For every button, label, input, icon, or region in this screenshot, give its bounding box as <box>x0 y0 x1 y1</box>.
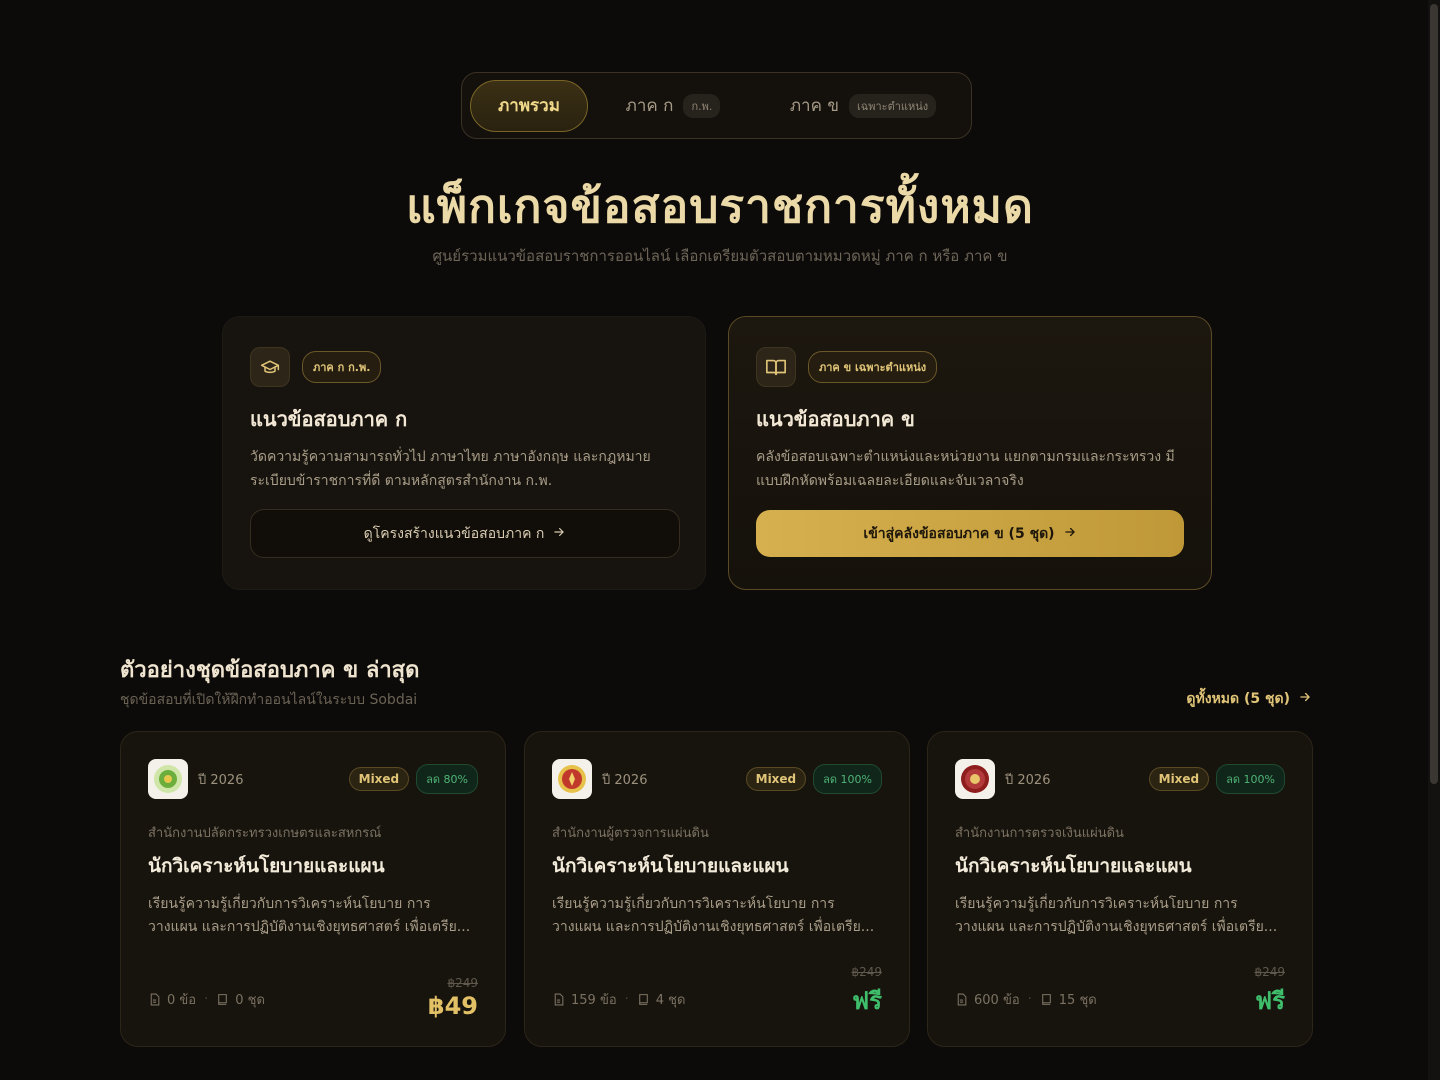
arrow-right-icon <box>552 525 566 543</box>
part-b-card: ภาค ข เฉพาะตำแหน่ง แนวข้อสอบภาค ข คลังข้… <box>728 316 1212 590</box>
enter-part-b-bank-label: เข้าสู่คลังข้อสอบภาค ข (5 ชุด) <box>863 525 1055 542</box>
tab-part-a-pill: ก.พ. <box>683 93 721 118</box>
tab-part-a[interactable]: ภาค ก ก.พ. <box>598 80 748 132</box>
category-tabs: ภาพรวม ภาค ก ก.พ. ภาค ข เฉพาะตำแหน่ง <box>461 72 972 139</box>
price: ฿49 <box>427 992 478 1020</box>
set-count-label: 4 ชุด <box>655 993 686 1008</box>
view-part-a-structure-label: ดูโครงสร้างแนวข้อสอบภาค ก <box>363 525 545 542</box>
view-part-a-structure-button[interactable]: ดูโครงสร้างแนวข้อสอบภาค ก <box>250 509 680 558</box>
book-icon <box>1041 994 1051 1005</box>
arrow-right-icon <box>1298 690 1312 708</box>
enter-part-b-bank-button[interactable]: เข้าสู่คลังข้อสอบภาค ข (5 ชุด) <box>756 510 1184 557</box>
page-subtitle: ศูนย์รวมแนวข้อสอบราชการออนไลน์ เลือกเตรี… <box>432 247 1008 265</box>
price: ฟรี <box>1255 987 1285 1015</box>
discount-badge: ลด 100% <box>1216 764 1285 794</box>
agency-logo <box>148 759 188 799</box>
page-title: แพ็กเกจข้อสอบราชการทั้งหมด <box>406 179 1034 233</box>
exam-desc-line2: วางแผน และการปฏิบัติงานเชิงยุทธศาสตร์ เพ… <box>552 919 875 935</box>
set-count-label: 0 ชุด <box>235 993 265 1008</box>
price: ฟรี <box>852 987 882 1015</box>
exam-desc-line2: วางแผน และการปฏิบัติงานเชิงยุทธศาสตร์ เพ… <box>148 919 471 935</box>
exam-title: นักวิเคราะห์นโยบายและแผน <box>955 855 1192 877</box>
set-count: 15 ชุด <box>1040 989 1097 1010</box>
set-count: 0 ชุด <box>216 989 265 1010</box>
tab-overview[interactable]: ภาพรวม <box>470 79 588 132</box>
part-b-description: คลังข้อสอบเฉพาะตำแหน่งและหน่วยงาน แยกตาม… <box>756 445 1184 493</box>
exam-title: นักวิเคราะห์นโยบายและแผน <box>552 855 789 877</box>
part-b-title: แนวข้อสอบภาค ข <box>756 407 915 431</box>
old-price: ฿249 <box>851 965 882 979</box>
part-b-desc-line2: แบบฝึกหัดพร้อมเฉลยละเอียดและจับเวลาจริง <box>756 473 1024 489</box>
book-icon <box>218 994 228 1005</box>
exam-title: นักวิเคราะห์นโยบายและแผน <box>148 855 385 877</box>
part-a-badge: ภาค ก ก.พ. <box>302 351 382 383</box>
question-count-label: 0 ข้อ <box>167 993 197 1008</box>
part-a-title: แนวข้อสอบภาค ก <box>250 407 408 431</box>
exam-card[interactable]: ปี 2026 Mixed ลด 100% สำนักงานการตรวจเงิ… <box>927 731 1313 1047</box>
scrollbar-thumb[interactable] <box>1430 4 1438 784</box>
exam-card[interactable]: ปี 2026 Mixed ลด 80% สำนักงานปลัดกระทรวง… <box>120 731 506 1047</box>
discount-badge: ลด 100% <box>813 764 882 794</box>
exam-desc-line1: เรียนรู้ความรู้เกี่ยวกับการวิเคราะห์นโยบ… <box>148 896 431 912</box>
question-count: 159 ข้อ <box>552 989 617 1010</box>
arrow-right-icon <box>1063 525 1077 543</box>
section-subtitle: ชุดข้อสอบที่เปิดให้ฝึกทำออนไลน์ในระบบ So… <box>120 692 418 708</box>
see-all-link[interactable]: ดูทั้งหมด (5 ชุด) <box>1186 688 1312 710</box>
exam-org: สำนักงานการตรวจเงินแผ่นดิน <box>955 826 1124 841</box>
question-count-label: 600 ข้อ <box>974 993 1020 1008</box>
book-icon <box>638 994 648 1005</box>
tab-part-b-label: ภาค ข <box>789 96 839 116</box>
question-count-label: 159 ข้อ <box>571 993 617 1008</box>
exam-year: ปี 2026 <box>602 772 648 788</box>
part-a-description: วัดความรู้ความสามารถทั่วไป ภาษาไทย ภาษาอ… <box>250 445 678 493</box>
part-b-desc-line1: คลังข้อสอบเฉพาะตำแหน่งและหน่วยงาน แยกตาม… <box>756 449 1175 465</box>
exam-year: ปี 2026 <box>198 772 244 788</box>
part-b-badge: ภาค ข เฉพาะตำแหน่ง <box>808 351 938 383</box>
exam-org: สำนักงานผู้ตรวจการแผ่นดิน <box>552 826 709 841</box>
tab-part-b[interactable]: ภาค ข เฉพาะตำแหน่ง <box>768 80 958 132</box>
question-count: 0 ข้อ <box>148 989 196 1010</box>
section-title: ตัวอย่างชุดข้อสอบภาค ข ล่าสุด <box>120 658 420 683</box>
tab-part-a-label: ภาค ก <box>625 96 674 116</box>
exam-type-badge: Mixed <box>1148 767 1210 791</box>
document-icon <box>957 993 967 1006</box>
discount-badge: ลด 80% <box>416 764 478 794</box>
book-open-icon <box>756 347 796 387</box>
tab-part-b-pill: เฉพาะตำแหน่ง <box>849 93 937 118</box>
document-icon <box>554 993 564 1006</box>
question-count: 600 ข้อ <box>955 989 1020 1010</box>
exam-type-badge: Mixed <box>348 767 410 791</box>
part-a-desc-line1: วัดความรู้ความสามารถทั่วไป ภาษาไทย ภาษาอ… <box>250 449 651 465</box>
exam-desc-line1: เรียนรู้ความรู้เกี่ยวกับการวิเคราะห์นโยบ… <box>552 896 835 912</box>
exam-description: เรียนรู้ความรู้เกี่ยวกับการวิเคราะห์นโยบ… <box>955 893 1285 939</box>
agency-logo <box>552 759 592 799</box>
exam-description: เรียนรู้ความรู้เกี่ยวกับการวิเคราะห์นโยบ… <box>148 893 478 939</box>
exam-type-badge: Mixed <box>745 767 807 791</box>
graduation-cap-icon <box>250 347 290 387</box>
old-price: ฿249 <box>447 976 478 990</box>
exam-org: สำนักงานปลัดกระทรวงเกษตรและสหกรณ์ <box>148 826 382 841</box>
see-all-label: ดูทั้งหมด (5 ชุด) <box>1186 691 1290 707</box>
set-count: 4 ชุด <box>637 989 686 1010</box>
part-a-card: ภาค ก ก.พ. แนวข้อสอบภาค ก วัดความรู้ความ… <box>222 316 706 590</box>
set-count-label: 15 ชุด <box>1058 993 1097 1008</box>
tab-overview-label: ภาพรวม <box>498 96 560 116</box>
old-price: ฿249 <box>1254 965 1285 979</box>
exam-card[interactable]: ปี 2026 Mixed ลด 100% สำนักงานผู้ตรวจการ… <box>524 731 910 1047</box>
exam-desc-line1: เรียนรู้ความรู้เกี่ยวกับการวิเคราะห์นโยบ… <box>955 896 1238 912</box>
part-a-desc-line2: ระเบียบข้าราชการที่ดี ตามหลักสูตรสำนักงา… <box>250 473 553 489</box>
exam-year: ปี 2026 <box>1005 772 1051 788</box>
agency-logo <box>955 759 995 799</box>
exam-description: เรียนรู้ความรู้เกี่ยวกับการวิเคราะห์นโยบ… <box>552 893 882 939</box>
exam-desc-line2: วางแผน และการปฏิบัติงานเชิงยุทธศาสตร์ เพ… <box>955 919 1278 935</box>
document-icon <box>150 993 160 1006</box>
